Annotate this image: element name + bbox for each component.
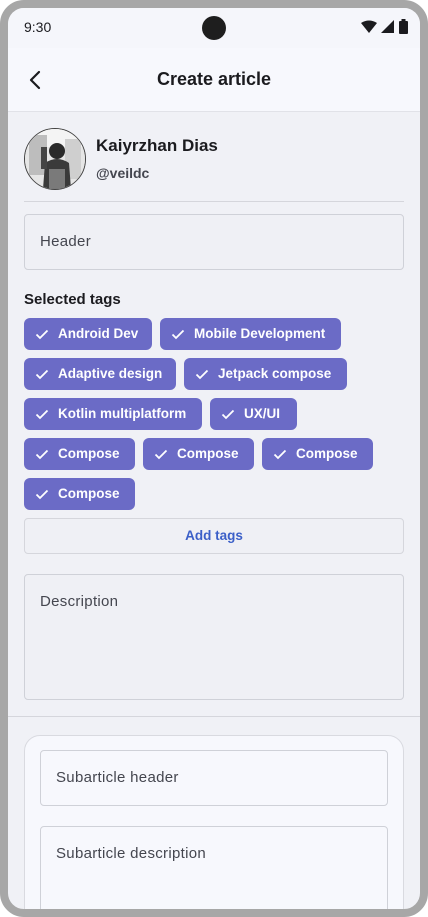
subarticle-header-placeholder: Subarticle header bbox=[56, 769, 179, 786]
tag-chip[interactable]: Compose bbox=[24, 438, 135, 470]
phone-frame: 9:30 Create article Kaiyrzhan Dias @veil… bbox=[0, 0, 428, 917]
tag-chip[interactable]: Compose bbox=[262, 438, 373, 470]
subarticle-description-placeholder: Subarticle description bbox=[56, 845, 207, 862]
description-placeholder: Description bbox=[40, 593, 119, 610]
author-handle: @veildc bbox=[96, 165, 150, 181]
check-icon bbox=[171, 329, 185, 340]
check-icon bbox=[35, 329, 49, 340]
subarticle-description-field[interactable]: Subarticle description bbox=[40, 826, 388, 909]
tag-label: Adaptive design bbox=[58, 366, 163, 381]
status-bar: 9:30 bbox=[8, 8, 420, 48]
tag-chip[interactable]: Adaptive design bbox=[24, 358, 176, 390]
tag-label: Kotlin multiplatform bbox=[58, 406, 187, 421]
section-divider bbox=[8, 716, 420, 717]
tag-chip[interactable]: Android Dev bbox=[24, 318, 152, 350]
check-icon bbox=[35, 489, 49, 500]
header-field[interactable]: Header bbox=[24, 214, 404, 270]
subarticle-card: Subarticle header Subarticle description bbox=[24, 735, 404, 909]
tag-chip[interactable]: Kotlin multiplatform bbox=[24, 398, 202, 430]
check-icon bbox=[35, 449, 49, 460]
battery-icon bbox=[399, 19, 408, 34]
tag-chip[interactable]: Mobile Development bbox=[160, 318, 341, 350]
check-icon bbox=[154, 449, 168, 460]
check-icon bbox=[221, 409, 235, 420]
tag-chip[interactable]: Compose bbox=[24, 478, 135, 510]
wifi-icon bbox=[361, 20, 377, 33]
tag-chip[interactable]: Jetpack compose bbox=[184, 358, 347, 390]
add-tags-button[interactable]: Add tags bbox=[24, 518, 404, 554]
avatar[interactable] bbox=[24, 128, 86, 190]
author-profile: Kaiyrzhan Dias @veildc bbox=[24, 128, 404, 190]
tag-label: Compose bbox=[177, 446, 239, 461]
tag-label: UX/UI bbox=[244, 406, 281, 421]
tag-label: Android Dev bbox=[58, 326, 139, 341]
status-time: 9:30 bbox=[24, 19, 52, 35]
check-icon bbox=[195, 369, 209, 380]
tag-label: Mobile Development bbox=[194, 326, 326, 341]
check-icon bbox=[35, 369, 49, 380]
tag-label: Compose bbox=[296, 446, 358, 461]
camera-cutout bbox=[202, 16, 226, 40]
tag-chip[interactable]: Compose bbox=[143, 438, 254, 470]
tag-label: Compose bbox=[58, 486, 120, 501]
signal-icon bbox=[381, 19, 394, 33]
top-app-bar: Create article bbox=[8, 48, 420, 112]
avatar-photo bbox=[25, 129, 85, 189]
description-field[interactable]: Description bbox=[24, 574, 404, 700]
subarticle-header-field[interactable]: Subarticle header bbox=[40, 750, 388, 806]
tag-label: Jetpack compose bbox=[218, 366, 332, 381]
author-name: Kaiyrzhan Dias bbox=[96, 136, 218, 155]
system-icons bbox=[361, 19, 408, 34]
divider bbox=[24, 201, 404, 202]
check-icon bbox=[273, 449, 287, 460]
check-icon bbox=[35, 409, 49, 420]
header-placeholder: Header bbox=[40, 233, 91, 250]
tag-label: Compose bbox=[58, 446, 120, 461]
page-title: Create article bbox=[156, 69, 272, 89]
selected-tags-label: Selected tags bbox=[24, 291, 121, 308]
tag-chip[interactable]: UX/UI bbox=[210, 398, 297, 430]
